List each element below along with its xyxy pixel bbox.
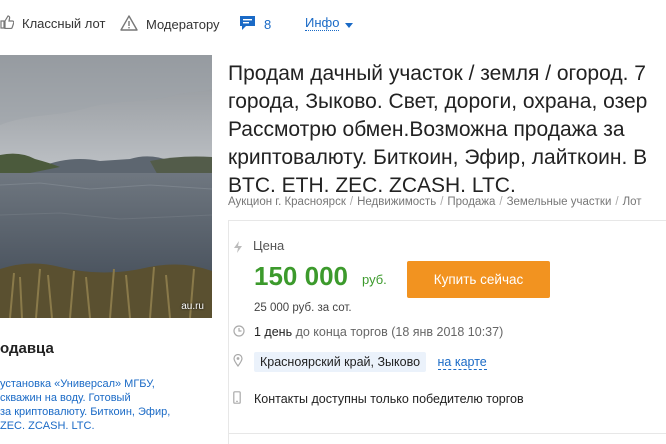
phone-icon	[233, 391, 241, 407]
time-left-text: до конца торгов	[295, 325, 388, 339]
chevron-down-icon	[345, 16, 354, 31]
seller-desc-line: за криптовалюту. Биткоин, Эфир,	[0, 406, 171, 418]
classic-lot-label: Классный лот	[22, 16, 106, 31]
breadcrumb: Аукцион г. Красноярск / Недвижимость / Прода…	[228, 196, 642, 208]
clock-icon	[233, 324, 245, 340]
lot-title-line: Продам дачный участок / земля / огород. …	[228, 62, 646, 85]
seller-desc-line: установка «Универсал» МГБУ,	[0, 378, 155, 390]
breadcrumb-separator: /	[349, 196, 354, 208]
breadcrumb-item[interactable]: Лот	[623, 196, 642, 208]
moderator-label: Модератору	[146, 17, 220, 32]
comment-icon	[239, 15, 256, 34]
thumb-icon	[0, 15, 15, 32]
comments-button[interactable]: 8	[239, 15, 271, 34]
breadcrumb-separator: /	[440, 196, 444, 208]
location-pin-icon	[233, 353, 243, 370]
location-tag: Красноярский край, Зыково	[254, 352, 427, 372]
lightning-icon	[233, 240, 243, 258]
price-per-unit: 25 000 руб. за сот.	[254, 302, 352, 314]
time-left-value: 1 день	[254, 325, 293, 339]
moderator-button[interactable]: Модератору	[120, 15, 220, 34]
photo-watermark: au.ru	[181, 301, 204, 312]
top-toolbar: Классный лот Модератору 8 Инфо	[0, 0, 666, 50]
lot-title: Продам дачный участок / земля / огород. …	[228, 60, 666, 200]
breadcrumb-separator: /	[499, 196, 503, 208]
seller-desc-line: скважин на воду. Готовый	[0, 392, 131, 404]
contacts-text: Контакты доступны только победителю торг…	[254, 392, 524, 406]
seller-desc-line: ZEC. ZCASH. LTC.	[0, 420, 95, 432]
auction-end-date: (18 янв 2018 10:37)	[391, 325, 504, 339]
buy-now-label: Купить сейчас	[433, 272, 524, 287]
comments-count: 8	[264, 17, 272, 32]
lake-landscape-image	[0, 55, 212, 318]
seller-description[interactable]: установка «Универсал» МГБУ, скважин на в…	[0, 377, 206, 433]
breadcrumb-separator: /	[615, 196, 619, 208]
lot-title-line: Рассмотрю обмен.Возможна продажа за	[228, 118, 625, 141]
breadcrumb-item[interactable]: Земельные участки	[507, 196, 612, 208]
next-panel-edge	[228, 433, 666, 444]
price-currency: руб.	[362, 272, 387, 287]
price-value: 150 000	[254, 261, 348, 291]
breadcrumb-item[interactable]: Недвижимость	[357, 196, 436, 208]
price-panel: Цена 150 000 руб. Купить сейчас 25 000 р…	[228, 220, 666, 444]
info-label: Инфо	[305, 15, 340, 31]
classic-lot-button[interactable]: Классный лот	[0, 15, 105, 32]
lot-title-line: города, Зыково. Свет, дороги, охрана, оз…	[228, 90, 648, 113]
price-label: Цена	[253, 238, 285, 253]
info-dropdown[interactable]: Инфо	[305, 15, 354, 31]
warning-icon	[120, 15, 138, 34]
breadcrumb-item[interactable]: Аукцион г. Красноярск	[228, 196, 346, 208]
buy-now-button[interactable]: Купить сейчас	[407, 261, 550, 298]
lot-title-line: криптовалюту. Биткоин, Эфир, лайткоин. В	[228, 146, 648, 169]
breadcrumb-item[interactable]: Продажа	[447, 196, 495, 208]
seller-section-title: одавца	[0, 340, 54, 357]
map-link[interactable]: на карте	[437, 355, 487, 370]
lot-photo[interactable]: au.ru	[0, 55, 212, 318]
